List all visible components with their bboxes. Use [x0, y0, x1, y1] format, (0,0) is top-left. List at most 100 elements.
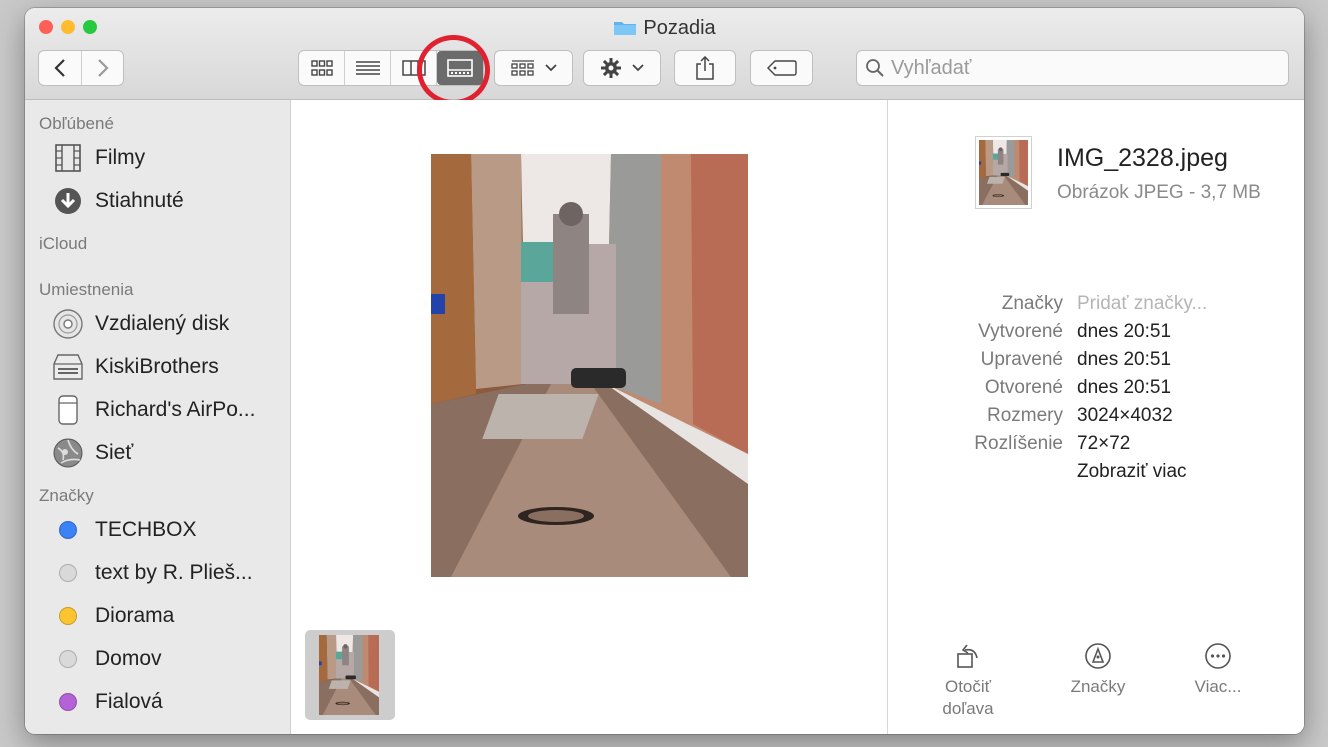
- list-icon: [355, 61, 380, 75]
- sidebar-item-label: Domov: [95, 646, 162, 670]
- sidebar-item-label: Sieť: [95, 440, 134, 464]
- sidebar-item-airpods[interactable]: Richard's AirPo...: [25, 388, 290, 431]
- tag-button[interactable]: [750, 50, 813, 86]
- search-field[interactable]: Vyhľadať: [856, 50, 1289, 86]
- metadata-row: Upravené dnes 20:51: [888, 346, 1304, 374]
- markup-button[interactable]: Značky: [1058, 642, 1138, 698]
- icloud-header: iCloud: [39, 234, 88, 253]
- search-placeholder: Vyhľadať: [891, 56, 972, 79]
- back-button[interactable]: [39, 51, 82, 85]
- metadata-row: Rozmery 3024×4032: [888, 402, 1304, 430]
- sidebar-item-label: Stiahnuté: [95, 188, 184, 212]
- more-button[interactable]: Viac...: [1178, 642, 1258, 698]
- navigation-buttons: [38, 50, 124, 86]
- group-by-icon: [510, 60, 534, 76]
- sidebar-tag-techbox[interactable]: TECHBOX: [25, 508, 290, 551]
- rotate-left-button[interactable]: Otočiť doľava: [928, 642, 1008, 720]
- chevron-down-icon: [632, 64, 644, 72]
- sidebar-tag-domov[interactable]: Domov: [25, 637, 290, 680]
- disc-icon: [53, 308, 83, 339]
- tag-color-dot: [59, 606, 77, 625]
- gallery-preview: [291, 100, 887, 734]
- metadata-key: Vytvorené: [978, 321, 1063, 342]
- film-icon: [53, 143, 83, 173]
- sidebar-item-label: Diorama: [95, 603, 175, 627]
- metadata-row: Zobraziť viac: [888, 458, 1304, 486]
- preview-image[interactable]: [431, 154, 748, 577]
- highlight-circle: [417, 35, 490, 105]
- action-button[interactable]: [583, 50, 661, 86]
- metadata-key: Rozmery: [986, 405, 1063, 426]
- server-icon: [53, 352, 83, 382]
- metadata-value: dnes 20:51: [1077, 377, 1172, 398]
- favorites-header: Obľúbené: [39, 114, 114, 133]
- metadata-key: Rozlíšenie: [974, 433, 1063, 454]
- file-kind: Obrázok JPEG - 3,7 MB: [1057, 182, 1261, 203]
- metadata-row: Vytvorené dnes 20:51: [888, 318, 1304, 346]
- sidebar-item-vzdialeny-disk[interactable]: Vzdialený disk: [25, 302, 290, 345]
- file-name: IMG_2328.jpeg: [1057, 144, 1228, 172]
- finder-window: Pozadia Vyhľadať Obľúbené Filmy Stiahnut…: [25, 8, 1304, 734]
- tag-color-dot-wrap: [53, 558, 83, 588]
- metadata-key-empty: [888, 458, 1077, 486]
- sidebar-item-siet[interactable]: Sieť: [25, 431, 290, 474]
- icon-grid-icon: [310, 60, 333, 76]
- rotate-left-icon: [957, 644, 978, 668]
- sidebar-item-stiahnute[interactable]: Stiahnuté: [25, 179, 290, 222]
- airpods-case-icon: [53, 394, 83, 425]
- download-icon: [53, 186, 83, 216]
- sidebar-item-label: Fialová: [95, 689, 163, 713]
- group-by-button[interactable]: [494, 50, 573, 86]
- tag-color-dot-wrap: [53, 515, 83, 545]
- tag-color-dot: [59, 692, 77, 711]
- sidebar: Obľúbené Filmy Stiahnuté iCloud Umiestne…: [25, 100, 291, 734]
- tag-color-dot-wrap: [53, 601, 83, 631]
- metadata-key: Značky: [1001, 293, 1063, 314]
- sidebar-item-label: Filmy: [95, 145, 146, 169]
- sidebar-item-label: text by R. Plieš...: [95, 560, 253, 584]
- share-button[interactable]: [674, 50, 736, 86]
- metadata-value: dnes 20:51: [1077, 321, 1172, 342]
- forward-button[interactable]: [82, 51, 123, 85]
- metadata-value: 72×72: [1077, 433, 1131, 454]
- share-icon: [696, 56, 714, 80]
- more-icon: [1205, 643, 1231, 669]
- metadata-value: 3024×4032: [1077, 405, 1173, 426]
- sidebar-item-label: Richard's AirPo...: [95, 397, 256, 421]
- action-label: Značky: [1070, 677, 1126, 696]
- tag-icon: [766, 60, 797, 76]
- window-title-text: Pozadia: [643, 17, 716, 39]
- list-view-button[interactable]: [345, 51, 391, 85]
- metadata-row: Značky Pridať značky...: [888, 290, 1304, 318]
- sidebar-item-label: Vzdialený disk: [95, 311, 230, 335]
- chevron-down-icon: [544, 64, 557, 72]
- tag-color-dot-wrap: [53, 644, 83, 674]
- sidebar-tag-diorama[interactable]: Diorama: [25, 594, 290, 637]
- markup-icon: [1085, 643, 1111, 669]
- metadata-key: Otvorené: [984, 377, 1063, 398]
- chevron-right-icon: [97, 59, 109, 77]
- sidebar-tag-fialova[interactable]: Fialová: [25, 680, 290, 723]
- gallery-thumbnail-selected[interactable]: [305, 630, 395, 720]
- sidebar-item-filmy[interactable]: Filmy: [25, 136, 290, 179]
- show-more-link[interactable]: Zobraziť viac: [1077, 458, 1187, 486]
- sidebar-item-label: TECHBOX: [95, 517, 197, 541]
- metadata-row: Otvorené dnes 20:51: [888, 374, 1304, 402]
- metadata-key: Upravené: [980, 349, 1063, 370]
- file-thumbnail: [975, 136, 1032, 209]
- icon-view-button[interactable]: [299, 51, 345, 85]
- toolbar: Pozadia Vyhľadať: [25, 8, 1304, 105]
- add-tags-field[interactable]: Pridať značky...: [1077, 290, 1207, 318]
- metadata-row: Rozlíšenie 72×72: [888, 430, 1304, 458]
- tag-color-dot: [59, 563, 77, 582]
- locations-header: Umiestnenia: [39, 280, 134, 299]
- sidebar-tag-text-by[interactable]: text by R. Plieš...: [25, 551, 290, 594]
- network-icon: [53, 438, 83, 468]
- tag-color-dot-wrap: [53, 687, 83, 717]
- search-icon: [866, 59, 884, 77]
- metadata-list: Značky Pridať značky... Vytvorené dnes 2…: [888, 290, 1304, 486]
- window-title: Pozadia: [25, 17, 1304, 40]
- gear-icon: [601, 58, 621, 78]
- sidebar-item-kiskibrothers[interactable]: KiskiBrothers: [25, 345, 290, 388]
- info-panel: IMG_2328.jpeg Obrázok JPEG - 3,7 MB Znač…: [887, 100, 1304, 734]
